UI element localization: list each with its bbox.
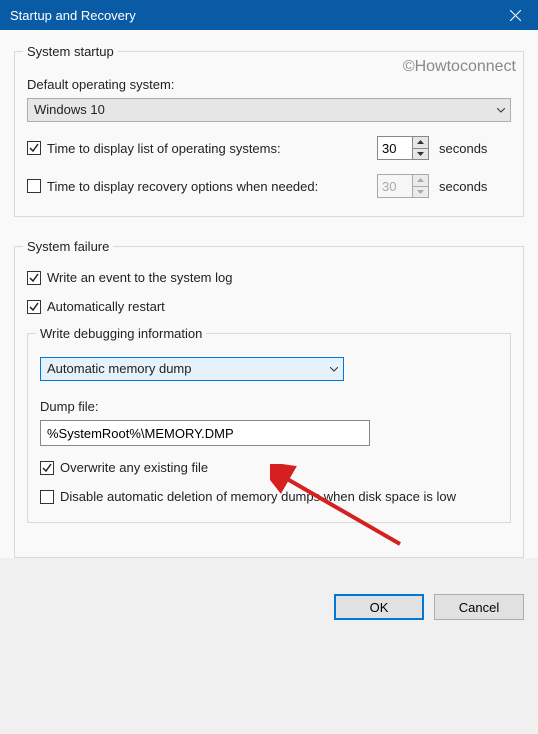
- display-os-list-checkbox[interactable]: [27, 141, 41, 155]
- recovery-seconds-input: [378, 175, 412, 197]
- dump-file-input[interactable]: [40, 420, 370, 446]
- default-os-value: Windows 10: [28, 99, 492, 121]
- chevron-down-icon: [492, 99, 510, 121]
- auto-restart-checkbox[interactable]: [27, 300, 41, 314]
- close-icon: [510, 10, 521, 21]
- dump-type-value: Automatic memory dump: [41, 358, 325, 380]
- write-debug-legend: Write debugging information: [36, 326, 206, 341]
- os-list-seconds-input[interactable]: [378, 137, 412, 159]
- disable-delete-checkbox[interactable]: [40, 490, 54, 504]
- spinner-up-icon[interactable]: [413, 137, 428, 149]
- os-list-seconds-spinner[interactable]: [377, 136, 429, 160]
- write-debug-group: Write debugging information Automatic me…: [27, 326, 511, 523]
- recovery-seconds-spinner: [377, 174, 429, 198]
- seconds-unit: seconds: [439, 141, 487, 156]
- button-row: OK Cancel: [0, 580, 538, 634]
- dialog-content: System startup Default operating system:…: [0, 30, 538, 558]
- close-button[interactable]: [492, 0, 538, 30]
- ok-button[interactable]: OK: [334, 594, 424, 620]
- dump-file-label: Dump file:: [40, 399, 498, 414]
- write-event-checkbox[interactable]: [27, 271, 41, 285]
- disable-delete-label: Disable automatic deletion of memory dum…: [60, 489, 456, 504]
- system-startup-legend: System startup: [23, 44, 118, 59]
- titlebar: Startup and Recovery: [0, 0, 538, 30]
- overwrite-checkbox[interactable]: [40, 461, 54, 475]
- system-failure-group: System failure Write an event to the sys…: [14, 239, 524, 558]
- default-os-combo[interactable]: Windows 10: [27, 98, 511, 122]
- display-os-list-label: Time to display list of operating system…: [47, 141, 281, 156]
- seconds-unit: seconds: [439, 179, 487, 194]
- spinner-up-icon: [413, 175, 428, 187]
- spinner-down-icon: [413, 187, 428, 198]
- display-recovery-label: Time to display recovery options when ne…: [47, 179, 318, 194]
- chevron-down-icon: [325, 358, 343, 380]
- display-recovery-checkbox[interactable]: [27, 179, 41, 193]
- overwrite-label: Overwrite any existing file: [60, 460, 208, 475]
- system-startup-group: System startup Default operating system:…: [14, 44, 524, 217]
- dump-type-combo[interactable]: Automatic memory dump: [40, 357, 344, 381]
- spinner-down-icon[interactable]: [413, 149, 428, 160]
- write-event-label: Write an event to the system log: [47, 270, 232, 285]
- window-title: Startup and Recovery: [10, 8, 136, 23]
- auto-restart-label: Automatically restart: [47, 299, 165, 314]
- cancel-button[interactable]: Cancel: [434, 594, 524, 620]
- default-os-label: Default operating system:: [27, 77, 511, 92]
- system-failure-legend: System failure: [23, 239, 113, 254]
